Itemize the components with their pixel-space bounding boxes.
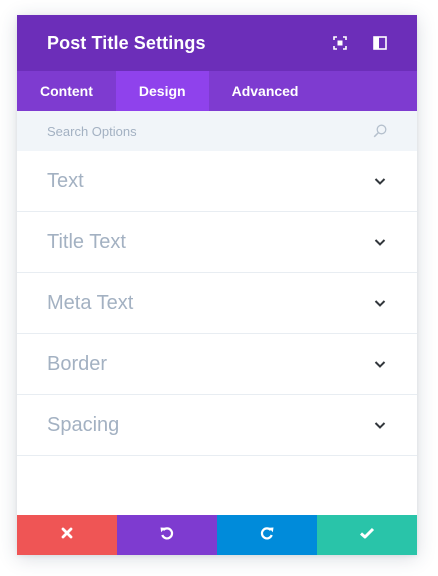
chevron-down-icon — [373, 296, 387, 310]
toggle-label: Border — [47, 352, 108, 375]
chevron-down-icon — [373, 174, 387, 188]
redo-button[interactable] — [217, 515, 317, 555]
modal-title: Post Title Settings — [47, 32, 206, 53]
chevron-down-icon — [373, 235, 387, 249]
undo-icon — [159, 525, 175, 546]
close-icon — [61, 526, 73, 544]
toggle-title-text[interactable]: Title Text — [17, 212, 417, 273]
toggle-text[interactable]: Text — [17, 151, 417, 212]
toggle-border[interactable]: Border — [17, 334, 417, 395]
toggle-meta-text[interactable]: Meta Text — [17, 273, 417, 334]
chevron-down-icon — [373, 357, 387, 371]
redo-icon — [259, 525, 275, 546]
toggle-label: Spacing — [47, 413, 120, 436]
tab-bar: Content Design Advanced — [17, 71, 417, 111]
toggle-label: Meta Text — [47, 291, 134, 314]
toggle-label: Title Text — [47, 230, 126, 253]
search-icon — [373, 124, 387, 138]
undo-button[interactable] — [117, 515, 217, 555]
check-icon — [359, 526, 375, 545]
cancel-button[interactable] — [17, 515, 117, 555]
search-input[interactable]: Search Options — [47, 124, 373, 139]
tab-content[interactable]: Content — [17, 71, 116, 111]
toggle-label: Text — [47, 169, 84, 192]
expand-icon[interactable] — [333, 36, 347, 50]
chevron-down-icon — [373, 418, 387, 432]
modal-footer — [17, 515, 417, 555]
tab-design[interactable]: Design — [115, 71, 209, 111]
tab-advanced[interactable]: Advanced — [209, 71, 322, 111]
toggle-spacing[interactable]: Spacing — [17, 395, 417, 456]
sidebar-icon[interactable] — [373, 36, 387, 50]
modal-header: Post Title Settings — [17, 15, 417, 71]
settings-modal: Post Title Settings Content Design Advan… — [17, 15, 417, 555]
save-button[interactable] — [317, 515, 417, 555]
search-bar[interactable]: Search Options — [17, 111, 417, 151]
toggle-list: Text Title Text Meta Text Border Spacing — [17, 151, 417, 515]
